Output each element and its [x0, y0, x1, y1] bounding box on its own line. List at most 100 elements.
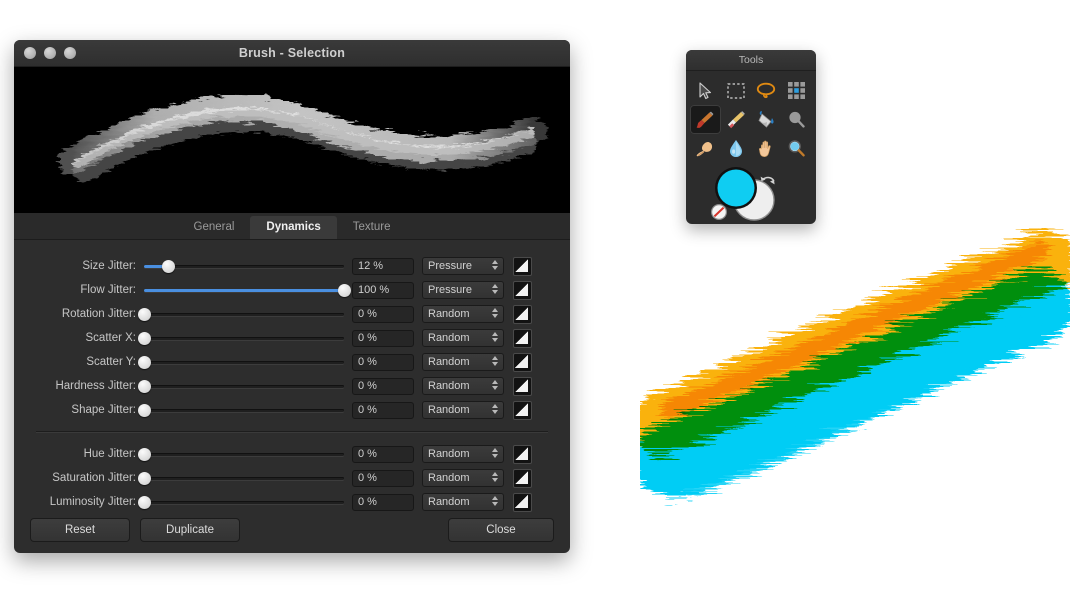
value-shape-jitter[interactable]: 0 % [352, 401, 414, 419]
smudge-tool[interactable] [690, 134, 721, 163]
curve-button-flow-jitter[interactable] [513, 280, 532, 300]
no-color-icon[interactable] [711, 203, 728, 220]
pan-tool[interactable] [751, 134, 782, 163]
dialog-titlebar[interactable]: Brush - Selection [14, 40, 570, 67]
zoom-tool[interactable] [782, 134, 813, 163]
dodge-tool[interactable] [782, 105, 813, 134]
curve-button-rotation-jitter[interactable] [513, 304, 532, 324]
close-dialog-button[interactable]: Close [448, 518, 554, 542]
mode-hue-jitter[interactable]: Random [422, 445, 504, 463]
duplicate-button[interactable]: Duplicate [140, 518, 240, 542]
slider-knob[interactable] [138, 471, 151, 485]
reset-button[interactable]: Reset [30, 518, 130, 542]
mode-label: Random [428, 356, 470, 368]
slider-hardness-jitter[interactable] [138, 377, 344, 395]
curve-button-hardness-jitter[interactable] [513, 376, 532, 396]
tab-texture[interactable]: Texture [337, 216, 407, 239]
slider-rotation-jitter[interactable] [138, 305, 344, 323]
paint-bucket-tool[interactable] [751, 105, 782, 134]
slider-scatter-x[interactable] [138, 329, 344, 347]
stepper-down-icon[interactable] [492, 314, 498, 318]
stepper-up-icon[interactable] [492, 404, 498, 408]
foreground-color-swatch[interactable] [717, 169, 755, 207]
curve-button-saturation-jitter[interactable] [513, 468, 532, 488]
mode-saturation-jitter[interactable]: Random [422, 469, 504, 487]
stepper-down-icon[interactable] [492, 454, 498, 458]
stepper-up-icon[interactable] [492, 260, 498, 264]
slider-size-jitter[interactable] [144, 257, 344, 275]
value-scatter-x[interactable]: 0 % [352, 329, 414, 347]
pixel-grid-tool[interactable] [782, 76, 813, 105]
stepper-up-icon[interactable] [492, 448, 498, 452]
rect-select-tool[interactable] [721, 76, 752, 105]
mode-scatter-x[interactable]: Random [422, 329, 504, 347]
curve-button-hue-jitter[interactable] [513, 444, 532, 464]
stepper-down-icon[interactable] [492, 410, 498, 414]
slider-knob[interactable] [138, 331, 151, 345]
value-rotation-jitter[interactable]: 0 % [352, 305, 414, 323]
stepper-up-icon[interactable] [492, 308, 498, 312]
stepper-arrows[interactable] [492, 404, 498, 414]
stepper-down-icon[interactable] [492, 478, 498, 482]
stepper-down-icon[interactable] [492, 502, 498, 506]
mode-scatter-y[interactable]: Random [422, 353, 504, 371]
curve-button-scatter-y[interactable] [513, 352, 532, 372]
mode-shape-jitter[interactable]: Random [422, 401, 504, 419]
mode-rotation-jitter[interactable]: Random [422, 305, 504, 323]
curve-button-scatter-x[interactable] [513, 328, 532, 348]
stepper-up-icon[interactable] [492, 380, 498, 384]
stepper-down-icon[interactable] [492, 290, 498, 294]
stepper-arrows[interactable] [492, 332, 498, 342]
stepper-arrows[interactable] [492, 496, 498, 506]
stepper-arrows[interactable] [492, 260, 498, 270]
blur-tool[interactable] [721, 134, 752, 163]
stepper-arrows[interactable] [492, 284, 498, 294]
hand-icon [758, 140, 771, 157]
tab-dynamics[interactable]: Dynamics [250, 216, 337, 239]
value-flow-jitter[interactable]: 100 % [352, 281, 414, 299]
stepper-down-icon[interactable] [492, 266, 498, 270]
value-hardness-jitter[interactable]: 0 % [352, 377, 414, 395]
mode-flow-jitter[interactable]: Pressure [422, 281, 504, 299]
stepper-down-icon[interactable] [492, 362, 498, 366]
tab-general[interactable]: General [178, 216, 251, 239]
stepper-up-icon[interactable] [492, 472, 498, 476]
stepper-down-icon[interactable] [492, 338, 498, 342]
stepper-up-icon[interactable] [492, 332, 498, 336]
value-hue-jitter[interactable]: 0 % [352, 445, 414, 463]
value-scatter-y[interactable]: 0 % [352, 353, 414, 371]
slider-knob[interactable] [138, 355, 151, 369]
eraser-tool[interactable] [721, 105, 752, 134]
value-saturation-jitter[interactable]: 0 % [352, 469, 414, 487]
lasso-tool[interactable] [751, 76, 782, 105]
slider-knob[interactable] [138, 447, 151, 461]
stepper-arrows[interactable] [492, 308, 498, 318]
stepper-up-icon[interactable] [492, 284, 498, 288]
stepper-up-icon[interactable] [492, 496, 498, 500]
mode-size-jitter[interactable]: Pressure [422, 257, 504, 275]
slider-knob[interactable] [138, 379, 151, 393]
slider-knob[interactable] [338, 283, 351, 297]
stepper-arrows[interactable] [492, 356, 498, 366]
stepper-up-icon[interactable] [492, 356, 498, 360]
slider-shape-jitter[interactable] [138, 401, 344, 419]
curve-button-size-jitter[interactable] [513, 256, 532, 276]
paintbrush-tool[interactable] [690, 105, 721, 134]
slider-knob[interactable] [138, 307, 151, 321]
mode-hardness-jitter[interactable]: Random [422, 377, 504, 395]
slider-scatter-y[interactable] [138, 353, 344, 371]
slider-hue-jitter[interactable] [138, 445, 344, 463]
value-size-jitter[interactable]: 12 % [352, 257, 414, 275]
slider-knob[interactable] [162, 259, 175, 273]
painting-canvas[interactable] [631, 228, 1075, 528]
stepper-arrows[interactable] [492, 472, 498, 482]
stepper-down-icon[interactable] [492, 386, 498, 390]
row-saturation-jitter: Saturation Jitter: 0 % Random [30, 466, 554, 490]
slider-saturation-jitter[interactable] [138, 469, 344, 487]
slider-knob[interactable] [138, 403, 151, 417]
stepper-arrows[interactable] [492, 380, 498, 390]
stepper-arrows[interactable] [492, 448, 498, 458]
pointer-tool[interactable] [690, 76, 721, 105]
curve-button-shape-jitter[interactable] [513, 400, 532, 420]
slider-flow-jitter[interactable] [144, 281, 351, 299]
